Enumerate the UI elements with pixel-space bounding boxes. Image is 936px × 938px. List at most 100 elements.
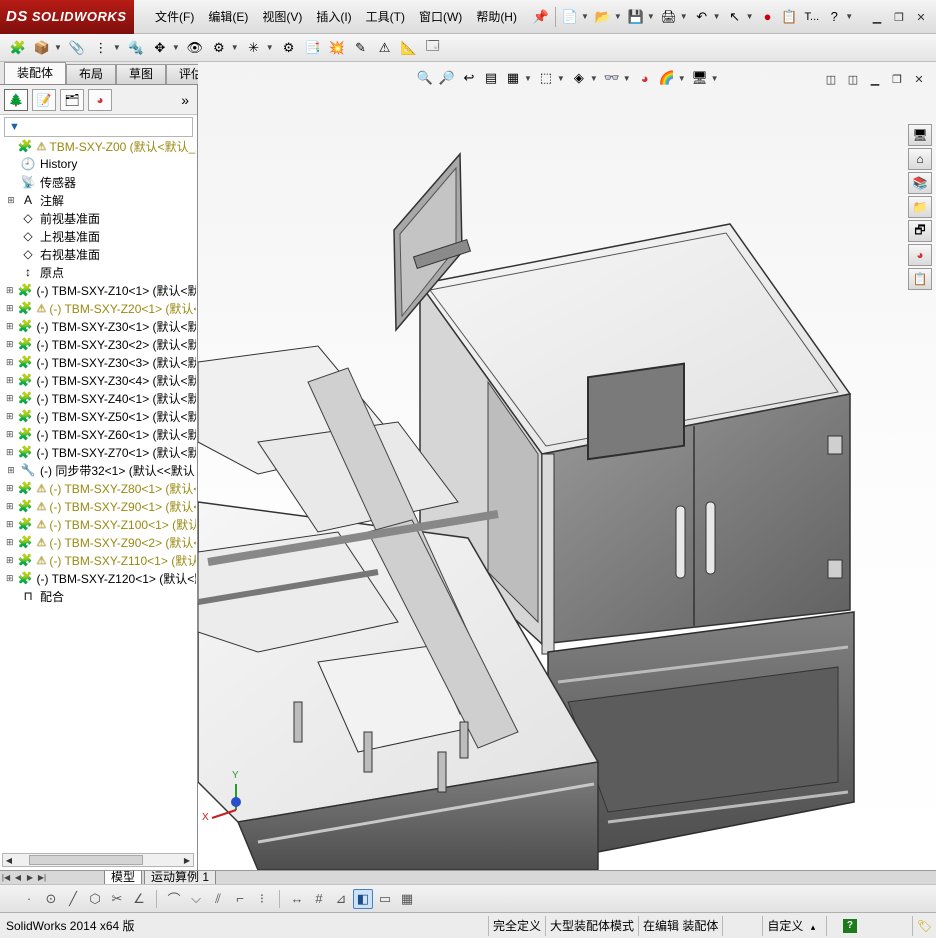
chevron-down-icon[interactable]: ▼ — [524, 74, 532, 83]
mate-icon[interactable]: 📎 — [66, 37, 88, 59]
smart-dimension-icon[interactable]: ↔ — [287, 889, 307, 909]
expand-icon[interactable]: ⊞ — [6, 357, 14, 367]
chevron-down-icon[interactable]: ▼ — [623, 74, 631, 83]
expand-icon[interactable]: ⊞ — [6, 465, 16, 475]
expand-icon[interactable]: ⊞ — [6, 519, 14, 529]
interference-detection-icon[interactable]: ⚠ — [374, 37, 396, 59]
corner-icon[interactable]: ⌐ — [230, 889, 250, 909]
expand-icon[interactable]: ⊞ — [6, 303, 14, 313]
menu-item[interactable]: 窗口(W) — [412, 0, 469, 34]
solidworks-logo[interactable]: DS SOLIDWORKS — [0, 0, 134, 34]
restore-icon[interactable]: ❐ — [886, 70, 908, 88]
insert-components-icon[interactable]: 📦 — [31, 37, 53, 59]
pin-icon[interactable]: 📌 — [531, 7, 551, 27]
bottom-tab[interactable]: 模型 — [104, 870, 143, 885]
save-icon[interactable]: 💾 — [626, 7, 646, 27]
display-style-icon[interactable]: ◈ — [569, 68, 589, 88]
expand-icon[interactable]: ⊞ — [6, 339, 14, 349]
expand-icon[interactable]: ⊞ — [6, 429, 14, 439]
tree-item[interactable]: ⊞ 🧩 (-) TBM-SXY-Z50<1> (默认<默 — [0, 407, 196, 425]
chevron-down-icon[interactable]: ▼ — [647, 12, 655, 21]
display-manager-tab-icon[interactable]: ◕ — [88, 88, 112, 111]
collapse-left-icon[interactable]: ◫ — [820, 70, 842, 88]
rectangle-icon[interactable]: ▭ — [375, 889, 395, 909]
tree-item[interactable]: ⊞ 🧩 (-) TBM-SXY-Z10<1> (默认<默 — [0, 281, 196, 299]
custom-properties-icon[interactable]: 📋 — [908, 268, 932, 290]
tree-item[interactable]: ⊞◇前视基准面 — [0, 209, 196, 227]
scroll-left-icon[interactable]: ◀ — [3, 856, 15, 865]
tree-item[interactable]: ⊞ 🧩 (-) TBM-SXY-Z40<1> (默认<默 — [0, 389, 196, 407]
section-view-icon[interactable]: ▤ — [481, 68, 501, 88]
first-tab-icon[interactable]: |◀ — [0, 873, 12, 882]
title-tools-truncated[interactable]: T... — [805, 11, 820, 23]
chevron-down-icon[interactable]: ▼ — [266, 43, 274, 52]
open-folder-icon[interactable]: 📂 — [593, 7, 613, 27]
expand-icon[interactable]: ⊞ — [6, 411, 14, 421]
prev-tab-icon[interactable]: ◀ — [12, 873, 24, 882]
design-library-icon[interactable]: 📚 — [908, 172, 932, 194]
smart-fasteners-icon[interactable]: 🔩 — [125, 37, 147, 59]
edit-component-icon[interactable]: 🧩 — [7, 37, 29, 59]
tree-item[interactable]: ⊞ 🧩 ⚠ (-) TBM-SXY-Z20<1> (默认< — [0, 299, 196, 317]
expand-icon[interactable]: ⊞ — [6, 555, 14, 565]
collapse-right-icon[interactable]: ◫ — [842, 70, 864, 88]
last-tab-icon[interactable]: ▶| — [36, 873, 48, 882]
assembly-features-icon[interactable]: ⚙ — [208, 37, 230, 59]
bottom-tab[interactable]: 运动算例 1 — [144, 870, 217, 885]
chevron-down-icon[interactable]: ▼ — [113, 43, 121, 52]
chevron-down-icon[interactable]: ▼ — [713, 12, 721, 21]
tree-item[interactable]: ⊞ 🔧 (-) 同步带32<1> (默认<<默认 — [0, 461, 196, 479]
chevron-down-icon[interactable]: ▼ — [845, 12, 853, 21]
help-icon[interactable]: ? — [842, 918, 857, 933]
file-properties-icon[interactable]: 📋 — [780, 7, 800, 27]
file-explorer-icon[interactable]: 📁 — [908, 196, 932, 218]
new-motion-study-icon[interactable]: ⚙ — [278, 37, 300, 59]
explode-line-sketch-icon[interactable]: ✎ — [350, 37, 372, 59]
menu-item[interactable]: 工具(T) — [359, 0, 412, 34]
tree-item[interactable]: ⊞ 🧩 (-) TBM-SXY-Z30<1> (默认<默 — [0, 317, 196, 335]
tree-item[interactable]: ⊞ 🧩 ⚠ (-) TBM-SXY-Z100<1> (默认 — [0, 515, 196, 533]
new-document-icon[interactable]: 📄 — [560, 7, 580, 27]
tree-item[interactable]: ⊞ 🧩 ⚠ (-) TBM-SXY-Z90<1> (默认< — [0, 497, 196, 515]
instant3d-icon[interactable]: 🗔 — [422, 37, 444, 59]
door-handle-right[interactable] — [705, 501, 716, 575]
offset-icon[interactable]: ⫽ — [208, 889, 228, 909]
polygon-icon[interactable]: ⬡ — [85, 889, 105, 909]
expand-icon[interactable]: ⊞ — [6, 195, 16, 205]
configuration-manager-tab-icon[interactable]: 🗂 — [60, 88, 84, 111]
close-icon[interactable]: ✕ — [908, 70, 930, 88]
apply-scene-icon[interactable]: 🌈 — [657, 68, 677, 88]
help-icon[interactable]: ? — [824, 7, 844, 27]
expand-icon[interactable]: ⊞ — [6, 393, 14, 403]
chevron-down-icon[interactable]: ▼ — [711, 74, 719, 83]
restore-icon[interactable]: ❐ — [888, 8, 910, 26]
clearance-verification-icon[interactable]: 📐 — [398, 37, 420, 59]
expand-panel-icon[interactable]: » — [181, 92, 189, 108]
chevron-down-icon[interactable]: ▼ — [54, 43, 62, 52]
line-icon[interactable]: ╱ — [63, 889, 83, 909]
expand-icon[interactable]: ⊞ — [6, 285, 14, 295]
tree-item[interactable]: ⊞📡传感器 — [0, 173, 196, 191]
chevron-down-icon[interactable]: ▼ — [172, 43, 180, 52]
3d-sketch-icon[interactable]: ◧ — [353, 888, 373, 909]
chevron-down-icon[interactable]: ▼ — [590, 74, 598, 83]
next-tab-icon[interactable]: ▶ — [24, 873, 36, 882]
view-palette-icon[interactable]: 🗗 — [908, 220, 932, 242]
tree-item[interactable]: ⊞ A 注解 — [0, 191, 196, 209]
view-orientation-icon[interactable]: ⬚ — [536, 68, 556, 88]
tree-item[interactable]: ⊞↕原点 — [0, 263, 196, 281]
close-icon[interactable]: ✕ — [910, 8, 932, 26]
tree-item[interactable]: ⊞ 🧩 ⚠ (-) TBM-SXY-Z80<1> (默认< — [0, 479, 196, 497]
chevron-down-icon[interactable]: ▼ — [680, 12, 688, 21]
menu-item[interactable]: 视图(V) — [255, 0, 309, 34]
chevron-down-icon[interactable]: ▼ — [581, 12, 589, 21]
tree-item[interactable]: ⊞ 🧩 (-) TBM-SXY-Z70<1> (默认<默 — [0, 443, 196, 461]
large-assembly-mode-status[interactable]: 大型装配体模式 — [545, 915, 638, 936]
cabinet-display-screen[interactable] — [587, 362, 685, 461]
linear-pattern-icon[interactable]: ⋮ — [90, 37, 112, 59]
scrollbar-thumb[interactable] — [29, 855, 143, 865]
tree-item[interactable]: ⊞🕘History — [0, 155, 196, 173]
filter-icon[interactable]: ▼ — [9, 121, 20, 133]
angle-icon[interactable]: ∠ — [129, 889, 149, 909]
feature-tree-tab-icon[interactable]: 🌲 — [4, 88, 28, 111]
